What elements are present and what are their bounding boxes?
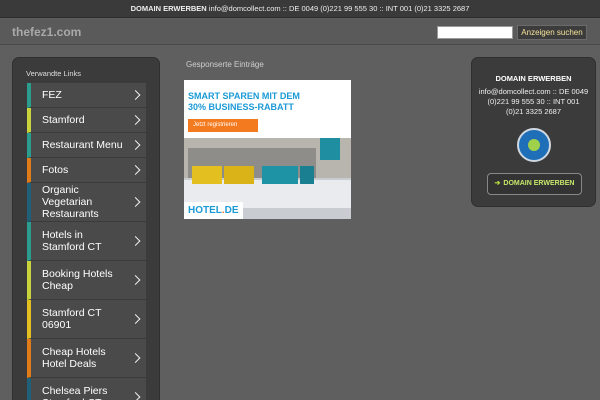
site-logo[interactable]: thefez1.com: [12, 25, 81, 39]
chevron-right-icon: [130, 275, 141, 285]
sidebar-link-label: Stamford CT 06901: [42, 307, 102, 331]
pillow-shape: [262, 166, 298, 184]
pillow-shape: [224, 166, 254, 184]
trust-seal-icon: [517, 128, 551, 162]
sidebar-link-label: FEZ: [42, 89, 62, 101]
sidebar-title: Verwandte Links: [26, 69, 82, 78]
related-links-sidebar: Verwandte Links FEZ Stamford Restaurant Me…: [12, 57, 160, 400]
hotel-room-image: HOTEL.DE: [184, 138, 351, 219]
header: thefez1.com Anzeigen suchen: [0, 19, 600, 45]
ad-banner[interactable]: SMART SPAREN MIT DEM 30% BUSINESS-RABATT…: [184, 80, 351, 219]
sidebar-link-label: Hotels in Stamford CT: [42, 229, 102, 253]
chevron-right-icon: [130, 353, 141, 363]
sidebar-link-label: Stamford: [42, 114, 85, 126]
chevron-right-icon: [130, 140, 141, 150]
rbox-title: DOMAIN ERWERBEN: [495, 74, 572, 83]
buy-domain-button[interactable]: ➔ DOMAIN ERWERBEN: [487, 173, 582, 195]
ad-brand-logo: HOTEL.DE: [184, 202, 243, 219]
lamp-shape: [320, 138, 340, 160]
chevron-right-icon: [130, 197, 141, 207]
chevron-right-icon: [130, 90, 141, 100]
search-button[interactable]: Anzeigen suchen: [517, 25, 587, 40]
topbar-contact: info@domcollect.com :: DE 0049 (0)221 99…: [208, 4, 470, 13]
sidebar-link-item[interactable]: FEZ: [27, 83, 146, 108]
sidebar-link-item[interactable]: Restaurant Menu: [27, 133, 146, 158]
sidebar-link-item[interactable]: Fotos: [27, 158, 146, 183]
sidebar-link-item[interactable]: Stamford: [27, 108, 146, 133]
sidebar-link-item[interactable]: Booking Hotels Cheap: [27, 261, 146, 300]
sidebar-link-label: Organic Vegetarian Restaurants: [42, 184, 99, 220]
sponsored-title: Gesponserte Einträge: [186, 60, 264, 69]
ad-cta-button[interactable]: Jetzt registrieren: [188, 119, 258, 132]
sidebar-link-item[interactable]: Stamford CT 06901: [27, 300, 146, 339]
related-links-list: FEZ Stamford Restaurant Menu Fotos Organic V…: [27, 83, 146, 400]
sidebar-link-label: Booking Hotels Cheap: [42, 268, 113, 292]
sidebar-link-item[interactable]: Chelsea Piers Stamford CT: [27, 378, 146, 400]
sidebar-link-label: Restaurant Menu: [42, 139, 123, 151]
sidebar-link-item[interactable]: Hotels in Stamford CT: [27, 222, 146, 261]
top-contact-bar: DOMAIN ERWERBEN info@domcollect.com :: D…: [0, 0, 600, 18]
topbar-label: DOMAIN ERWERBEN: [130, 4, 207, 13]
arrow-right-icon: ➔: [494, 180, 501, 187]
rbox-contact: info@domcollect.com :: DE 0049 (0)221 99…: [478, 87, 589, 116]
sidebar-link-item[interactable]: Organic Vegetarian Restaurants: [27, 183, 146, 222]
chevron-right-icon: [130, 392, 141, 400]
search-input[interactable]: [437, 26, 513, 39]
sidebar-link-label: Fotos: [42, 164, 69, 176]
pillow-shape: [300, 166, 314, 184]
chevron-right-icon: [130, 314, 141, 324]
ad-headline: SMART SPAREN MIT DEM 30% BUSINESS-RABATT: [188, 91, 300, 112]
sidebar-link-label: Cheap Hotels Hotel Deals: [42, 346, 106, 370]
chevron-right-icon: [130, 236, 141, 246]
chevron-right-icon: [130, 115, 141, 125]
sidebar-link-label: Chelsea Piers Stamford CT: [42, 385, 108, 400]
sidebar-link-item[interactable]: Cheap Hotels Hotel Deals: [27, 339, 146, 378]
pillow-shape: [192, 166, 222, 184]
domain-purchase-box: DOMAIN ERWERBEN info@domcollect.com :: D…: [471, 57, 596, 207]
chevron-right-icon: [130, 165, 141, 175]
